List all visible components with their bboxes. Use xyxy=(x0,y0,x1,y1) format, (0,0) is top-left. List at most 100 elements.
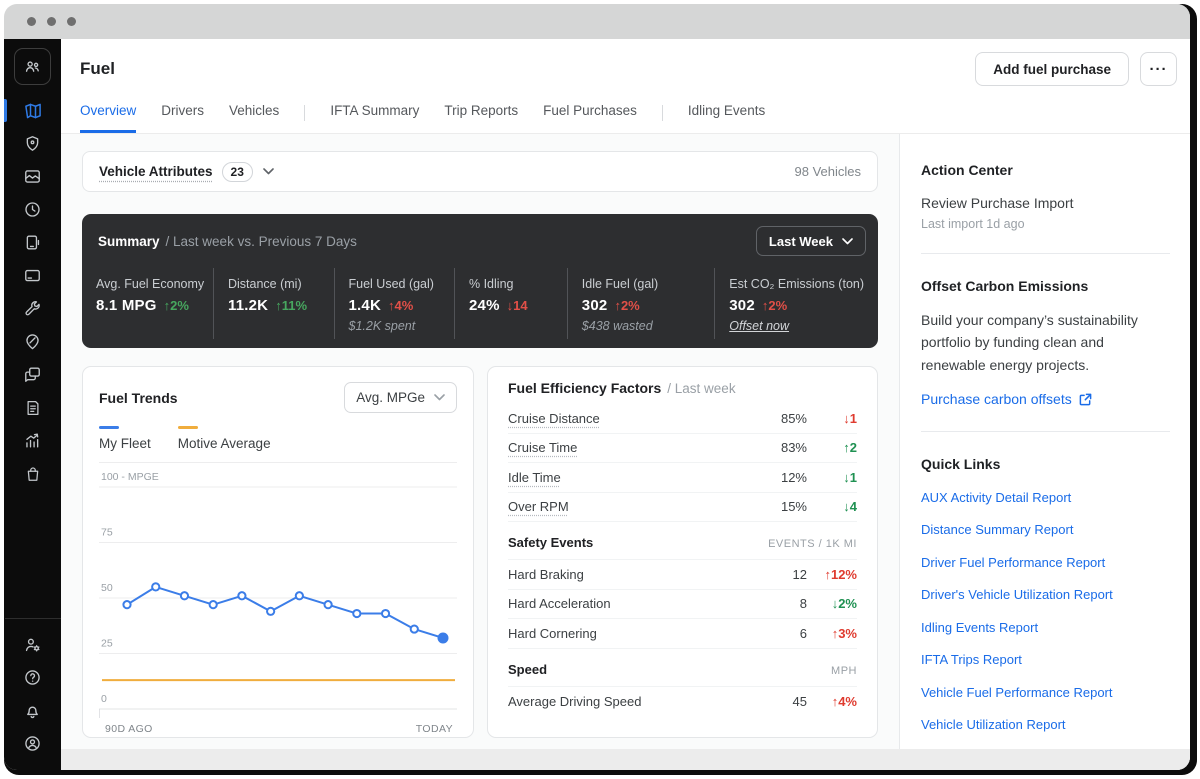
sidebar-item-messages[interactable] xyxy=(4,358,61,391)
quick-link-driver-fuel-performance[interactable]: Driver Fuel Performance Report xyxy=(921,555,1170,570)
quick-link-idling-events[interactable]: Idling Events Report xyxy=(921,620,1170,635)
sidebar-item-map[interactable] xyxy=(4,94,61,127)
trend-metric-value: Avg. MPGe xyxy=(356,390,425,405)
factor-row: Idle Time 12% ↓1 xyxy=(508,463,857,493)
offset-now-link[interactable]: Offset now xyxy=(729,319,789,333)
action-center-title: Action Center xyxy=(921,162,1170,178)
quick-link-aux-activity[interactable]: AUX Activity Detail Report xyxy=(921,490,1170,505)
offset-carbon-description: Build your company’s sustainability port… xyxy=(921,309,1170,376)
metric-label: Fuel Used (gal) xyxy=(349,277,441,291)
add-fuel-purchase-button[interactable]: Add fuel purchase xyxy=(975,52,1129,86)
tab-divider xyxy=(662,105,663,121)
bag-icon xyxy=(24,465,42,483)
metric-delta: ↑2% xyxy=(762,298,787,313)
tab-overview[interactable]: Overview xyxy=(80,103,136,133)
traffic-light-zoom-icon[interactable] xyxy=(67,17,76,26)
factor-row: Cruise Distance 85% ↓1 xyxy=(508,404,857,434)
metric-value: 11.2K xyxy=(228,297,268,314)
date-range-selector[interactable]: Last Week xyxy=(756,226,866,256)
vehicle-total-count: 98 Vehicles xyxy=(795,164,862,179)
legend-label: My Fleet xyxy=(99,436,151,451)
tab-vehicles[interactable]: Vehicles xyxy=(229,103,279,133)
sidebar-item-reports[interactable] xyxy=(4,424,61,457)
traffic-light-minimize-icon[interactable] xyxy=(47,17,56,26)
sidebar-item-dispatch[interactable] xyxy=(4,325,61,358)
purchase-carbon-offsets-link[interactable]: Purchase carbon offsets xyxy=(921,391,1092,407)
metric-idling: % Idling 24% ↓14 xyxy=(454,268,567,339)
factor-label[interactable]: Over RPM xyxy=(508,499,763,514)
quick-link-drivers-vehicle-utilization[interactable]: Driver's Vehicle Utilization Report xyxy=(921,587,1170,602)
efficiency-title: Fuel Efficiency Factors xyxy=(508,380,661,396)
metric-label: Idle Fuel (gal) xyxy=(582,277,700,291)
tab-idling-events[interactable]: Idling Events xyxy=(688,103,765,133)
safety-label: Hard Cornering xyxy=(508,626,763,641)
more-options-button[interactable]: ··· xyxy=(1140,52,1177,86)
review-purchase-import-link[interactable]: Review Purchase Import xyxy=(921,195,1170,211)
metric-distance: Distance (mi) 11.2K ↑11% xyxy=(213,268,334,339)
chevron-down-icon xyxy=(434,394,445,401)
chevron-down-icon[interactable] xyxy=(263,168,274,175)
sidebar-item-documents[interactable] xyxy=(4,391,61,424)
safety-delta: ↑12% xyxy=(807,567,857,582)
factor-label[interactable]: Idle Time xyxy=(508,470,763,485)
factor-label[interactable]: Cruise Distance xyxy=(508,411,763,426)
sidebar-item-account[interactable] xyxy=(4,727,61,760)
panel-divider xyxy=(921,253,1170,254)
metric-label: Est CO₂ Emissions (ton) xyxy=(729,277,864,291)
sidebar-item-fuel-card[interactable] xyxy=(4,259,61,292)
svg-text:0: 0 xyxy=(101,693,107,705)
factor-row: Cruise Time 83% ↑2 xyxy=(508,434,857,464)
sidebar-item-marketplace[interactable] xyxy=(4,457,61,490)
chart-legend: My Fleet Motive Average xyxy=(99,426,457,463)
sidebar-item-fleet-users[interactable] xyxy=(14,48,51,85)
factor-label[interactable]: Cruise Time xyxy=(508,440,763,455)
metric-value: 24% xyxy=(469,297,500,314)
offset-carbon-title: Offset Carbon Emissions xyxy=(921,278,1170,294)
quick-link-vehicle-fuel-performance[interactable]: Vehicle Fuel Performance Report xyxy=(921,685,1170,700)
safety-row: Hard Cornering 6 ↑3% xyxy=(508,619,857,649)
tab-fuel-purchases[interactable]: Fuel Purchases xyxy=(543,103,637,133)
quick-link-vehicle-utilization[interactable]: Vehicle Utilization Report xyxy=(921,717,1170,732)
sidebar-item-help[interactable] xyxy=(4,661,61,694)
legend-my-fleet[interactable]: My Fleet xyxy=(99,426,151,451)
metric-label: % Idling xyxy=(469,277,553,291)
map-icon xyxy=(23,101,43,121)
safety-label: Hard Braking xyxy=(508,567,763,582)
sidebar-item-dashcam[interactable] xyxy=(4,160,61,193)
quick-links-title: Quick Links xyxy=(921,456,1170,472)
purchase-carbon-offsets-label: Purchase carbon offsets xyxy=(921,391,1072,407)
tab-ifta-summary[interactable]: IFTA Summary xyxy=(330,103,419,133)
trend-metric-selector[interactable]: Avg. MPGe xyxy=(344,382,457,413)
factor-value: 15% xyxy=(763,499,807,514)
sidebar-item-admin[interactable] xyxy=(4,628,61,661)
dispatch-pin-icon xyxy=(23,332,42,351)
svg-text:75: 75 xyxy=(101,527,113,539)
sidebar-item-maintenance[interactable] xyxy=(4,292,61,325)
metric-value: 302 xyxy=(582,297,608,314)
quick-link-ifta-trips[interactable]: IFTA Trips Report xyxy=(921,652,1170,667)
sidebar-item-notifications[interactable] xyxy=(4,694,61,727)
sidebar-item-clock[interactable] xyxy=(4,193,61,226)
factor-delta: ↑2 xyxy=(807,440,857,455)
sidebar-item-shield[interactable] xyxy=(4,127,61,160)
fuel-tabs: Overview Drivers Vehicles IFTA Summary T… xyxy=(61,86,1190,133)
app-sidebar xyxy=(4,39,61,770)
fleet-users-icon xyxy=(23,57,42,76)
traffic-light-close-icon[interactable] xyxy=(27,17,36,26)
quick-link-distance-summary[interactable]: Distance Summary Report xyxy=(921,522,1170,537)
speed-row: Average Driving Speed 45 ↑4% xyxy=(508,687,857,717)
legend-motive-average[interactable]: Motive Average xyxy=(178,426,271,451)
svg-text:50: 50 xyxy=(101,582,113,594)
metric-delta: ↑2% xyxy=(164,298,189,313)
metric-avg-fuel-economy: Avg. Fuel Economy 8.1 MPG ↑2% xyxy=(82,268,213,339)
sidebar-item-device[interactable] xyxy=(4,226,61,259)
tab-drivers[interactable]: Drivers xyxy=(161,103,204,133)
svg-text:TODAY: TODAY xyxy=(416,723,453,735)
metric-label: Avg. Fuel Economy xyxy=(96,277,199,291)
page-title: Fuel xyxy=(80,59,115,79)
vehicle-attributes-filter[interactable]: Vehicle Attributes xyxy=(99,164,213,179)
safety-delta: ↓2% xyxy=(807,596,857,611)
tab-trip-reports[interactable]: Trip Reports xyxy=(444,103,518,133)
wrench-icon xyxy=(23,299,42,318)
admin-user-gear-icon xyxy=(23,635,42,654)
